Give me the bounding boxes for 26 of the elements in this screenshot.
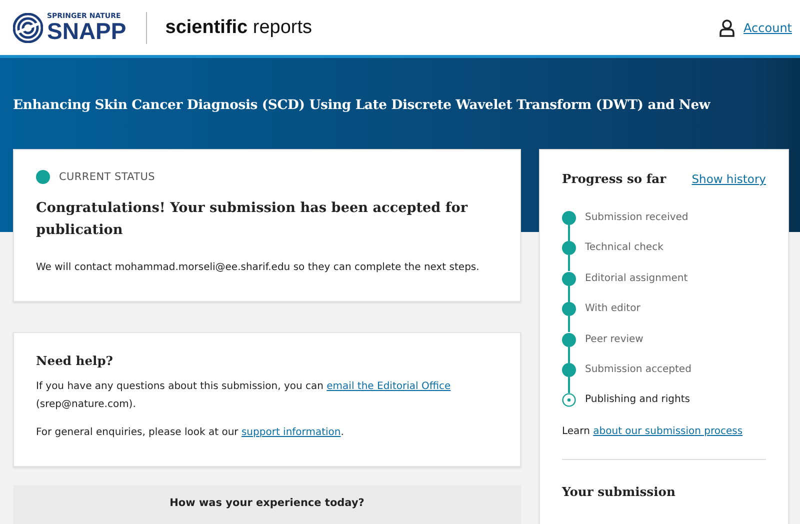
brand-name: SNAPP bbox=[47, 20, 126, 42]
user-icon bbox=[718, 18, 735, 36]
help-text: If you have any questions about this submission, you can email the Editorial Office (srep@nature.com). bbox=[36, 380, 452, 412]
article-title: Enhancing Skin Cancer Diagnosis (SCD) Using Late Discrete Wavelet Transform (DWT) and New bbox=[13, 97, 712, 115]
journal-name: scientific reports bbox=[165, 16, 312, 38]
step-label: Submission received bbox=[585, 211, 688, 225]
show-history-link[interactable]: Show history bbox=[692, 172, 766, 186]
submission-heading: Your submission bbox=[562, 484, 676, 499]
help-link[interactable]: support information bbox=[241, 427, 341, 438]
step-label: Publishing and rights bbox=[585, 393, 690, 408]
learn-text: Learn about our submission process bbox=[562, 424, 744, 439]
step-label: With editor bbox=[585, 302, 640, 316]
step-label: Peer review bbox=[585, 332, 644, 347]
status-label: CURRENT STATUS bbox=[59, 171, 156, 183]
help-link[interactable]: email the Editorial Office bbox=[326, 381, 451, 392]
status-heading: Congratulations! Your submission has been accepted for publication bbox=[36, 199, 469, 240]
process-link[interactable]: about our submission process bbox=[593, 426, 743, 437]
account-link[interactable]: Account bbox=[744, 20, 792, 34]
step-label: Submission accepted bbox=[585, 362, 692, 377]
status-message: We will contact mohammad.morseli@ee.sharif.edu so they can complete the next steps. bbox=[36, 261, 480, 275]
feedback-heading: How was your experience today? bbox=[168, 497, 366, 509]
help-text: For general enquiries, please look at our support information. bbox=[36, 426, 345, 440]
step-label: Technical check bbox=[585, 241, 664, 256]
progress-heading: Progress so far bbox=[562, 171, 666, 186]
step-label: Editorial assignment bbox=[585, 272, 688, 286]
help-heading: Need help? bbox=[36, 353, 114, 368]
